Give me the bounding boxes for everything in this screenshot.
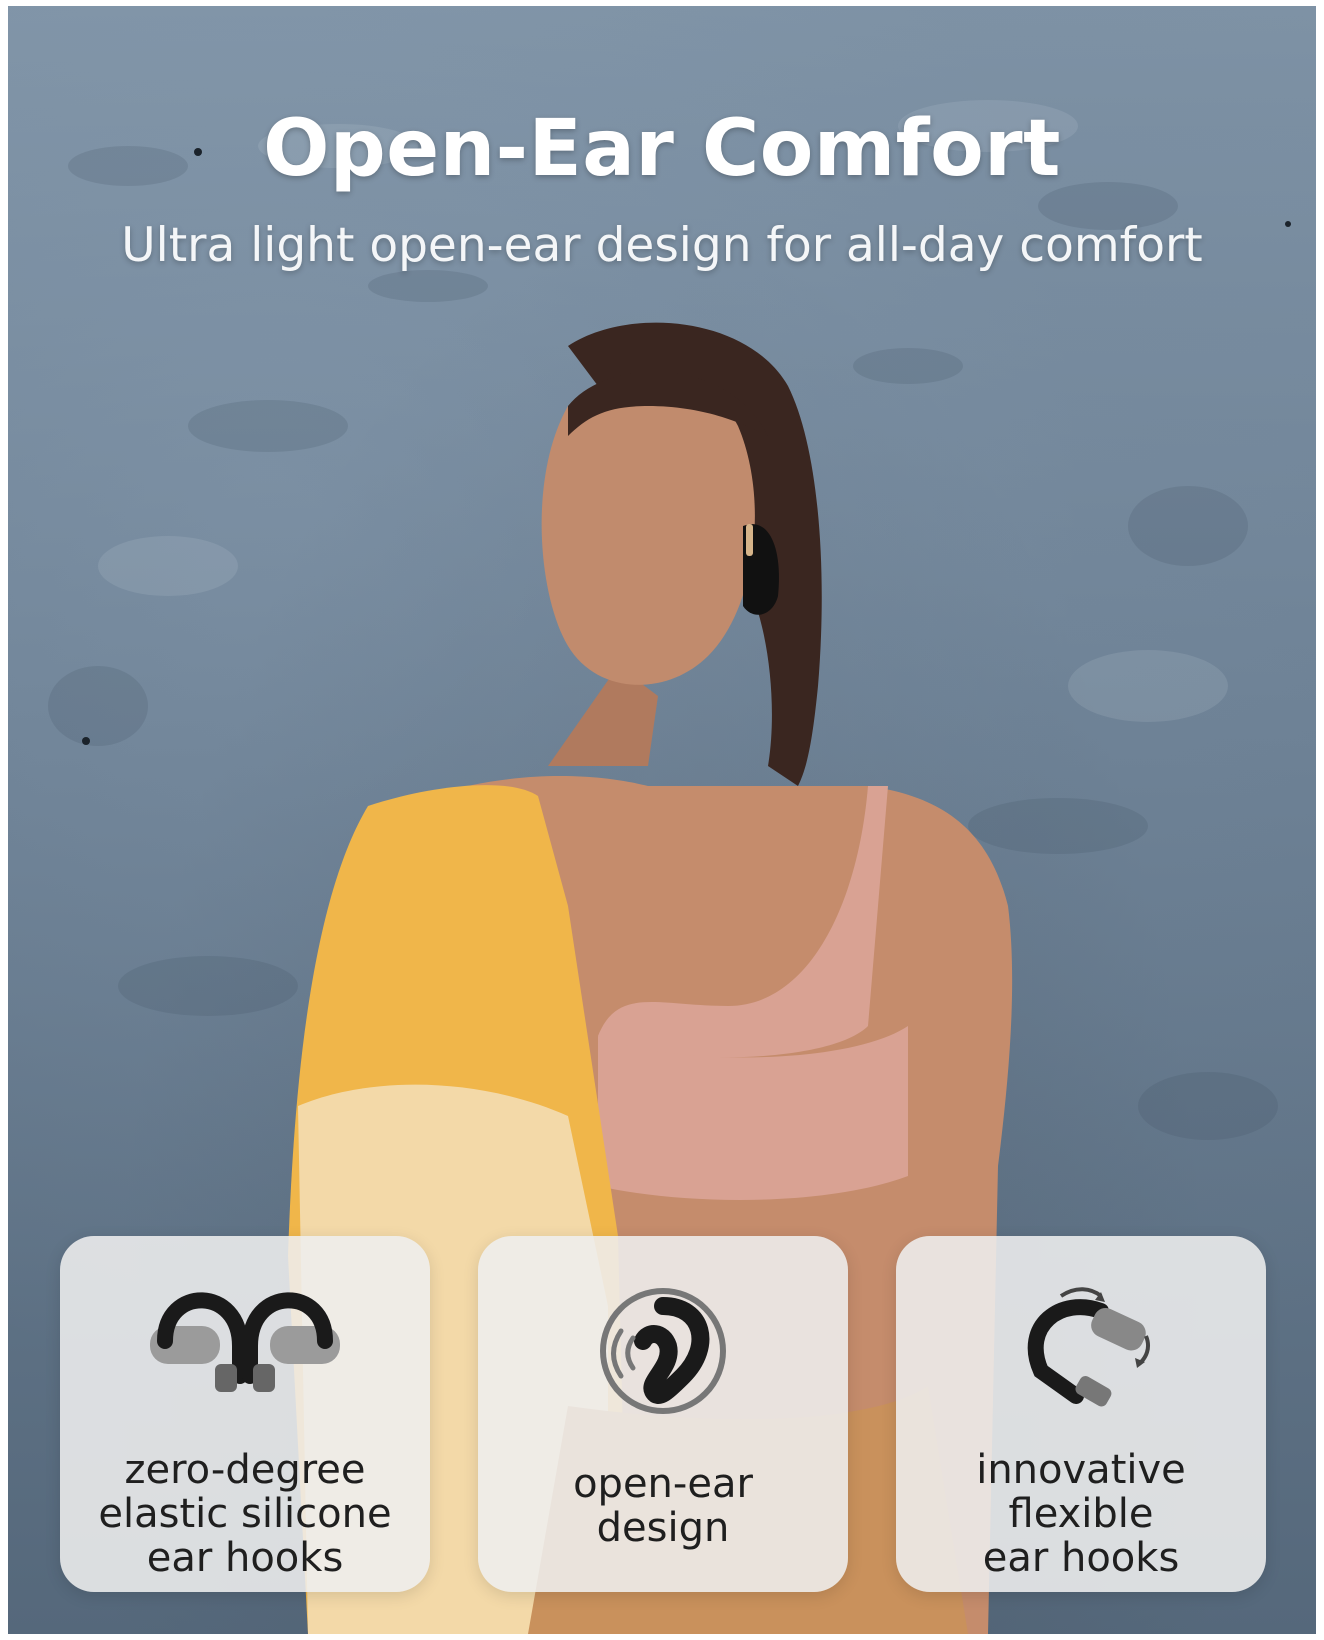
feature-card-open-ear-design: open-ear design bbox=[478, 1236, 848, 1592]
page-subtitle: Ultra light open-ear design for all-day … bbox=[121, 218, 1203, 273]
feature-label-open-ear-design: open-ear design bbox=[573, 1461, 753, 1551]
feature-label-silicone-ear-hooks: zero-degree elastic silicone ear hooks bbox=[98, 1447, 392, 1581]
silicone-ear-hooks-icon bbox=[150, 1292, 340, 1392]
feature-card-flexible-ear-hooks: innovative flexible ear hooks bbox=[896, 1236, 1266, 1592]
open-ear-sound-icon bbox=[600, 1288, 726, 1414]
flexible-ear-hook-icon bbox=[1027, 1287, 1150, 1407]
page-title: Open-Ear Comfort bbox=[263, 104, 1061, 194]
feature-label-flexible-ear-hooks: innovative flexible ear hooks bbox=[976, 1447, 1186, 1581]
product-banner: Open-Ear Comfort Ultra light open-ear de… bbox=[8, 6, 1316, 1634]
feature-card-silicone-ear-hooks: zero-degree elastic silicone ear hooks bbox=[60, 1236, 430, 1592]
